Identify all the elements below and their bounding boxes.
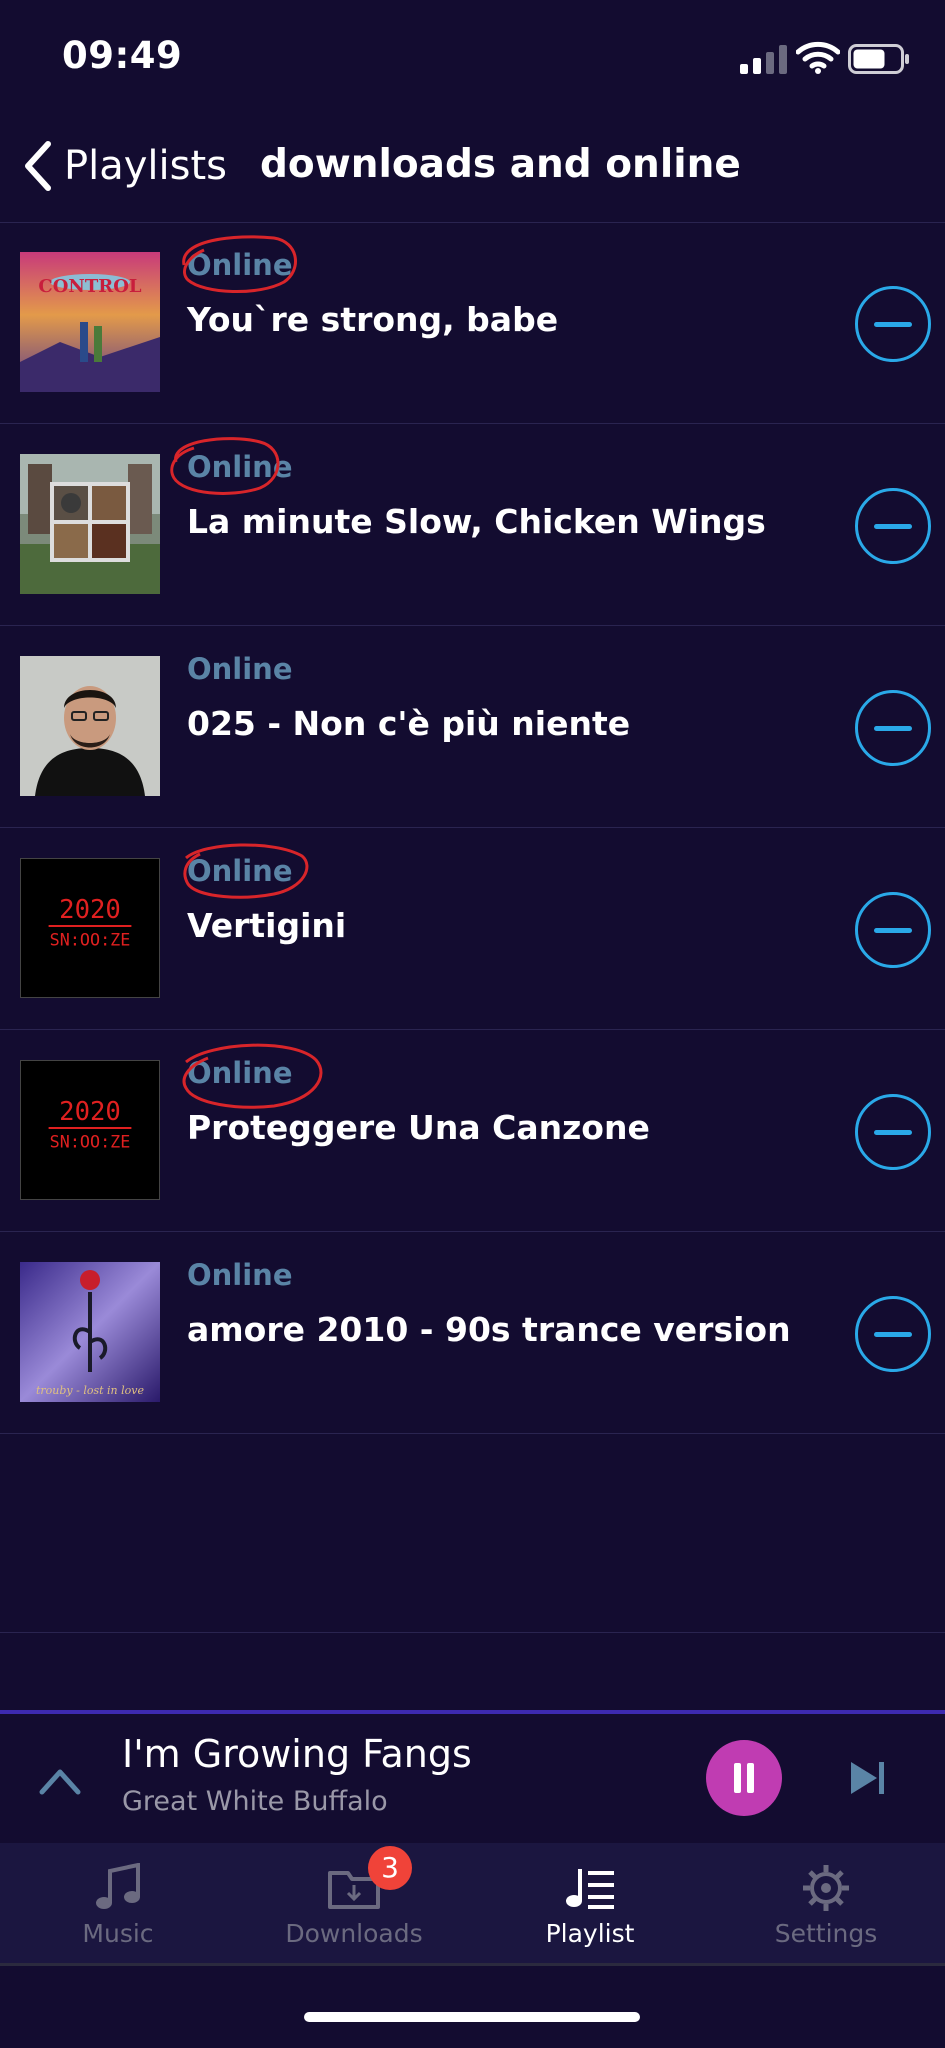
downloads-badge: 3 [368, 1846, 412, 1890]
album-art-text: 2020 [59, 895, 121, 925]
chevron-left-icon [25, 141, 51, 191]
chevron-up-icon[interactable] [38, 1762, 82, 1798]
tab-label: Downloads [285, 1919, 423, 1948]
track-row[interactable]: Online 025 - Non c'è più niente [0, 626, 945, 828]
track-row[interactable]: trouby - lost in love Online amore 2010 … [0, 1232, 945, 1434]
playlist-icon [566, 1869, 614, 1909]
back-label: Playlists [64, 143, 228, 189]
track-title: amore 2010 - 90s trance version [187, 1310, 791, 1349]
tab-label: Music [82, 1919, 154, 1948]
back-button[interactable]: Playlists [20, 136, 227, 196]
track-status: Online [187, 450, 293, 484]
album-art-text: CONTROL [38, 276, 141, 297]
track-status: Online [187, 1056, 293, 1090]
tab-label: Playlist [545, 1919, 635, 1948]
track-status: Online [187, 1258, 293, 1292]
tab-playlist[interactable]: Playlist [472, 1843, 708, 1963]
status-bar: 09:49 [0, 0, 945, 120]
tab-label: Settings [774, 1919, 878, 1948]
music-note-icon [96, 1863, 140, 1909]
track-status: Online [187, 854, 293, 888]
remove-button[interactable] [855, 690, 931, 766]
album-art-text: 2020 [59, 1097, 121, 1127]
album-art [20, 656, 160, 796]
track-title: Vertigini [187, 906, 347, 945]
skip-next-icon[interactable] [848, 1758, 888, 1798]
track-title: 025 - Non c'è più niente [187, 704, 631, 743]
album-art: CONTROL [20, 252, 160, 392]
track-title: Proteggere Una Canzone [187, 1108, 650, 1147]
track-row[interactable]: 2020 SN:OO:ZE Online Vertigini [0, 828, 945, 1030]
remove-button[interactable] [855, 892, 931, 968]
album-art: trouby - lost in love [20, 1262, 160, 1402]
album-art: 2020 SN:OO:ZE [20, 858, 160, 998]
nav-header: Playlists downloads and online [0, 126, 945, 223]
album-art: 2020 SN:OO:ZE [20, 1060, 160, 1200]
list-spacer [0, 1431, 945, 1633]
album-art-text: SN:OO:ZE [50, 930, 131, 950]
tab-settings[interactable]: Settings [708, 1843, 944, 1963]
remove-button[interactable] [855, 1094, 931, 1170]
gear-icon [803, 1865, 849, 1911]
now-playing-artist: Great White Buffalo [122, 1786, 388, 1817]
pause-button[interactable] [706, 1740, 782, 1816]
tab-bar: Music Downloads Playlist Settings [0, 1843, 945, 1966]
tab-music[interactable]: Music [0, 1843, 236, 1963]
mini-player[interactable]: I'm Growing Fangs Great White Buffalo [0, 1710, 945, 1847]
album-art [20, 454, 160, 594]
tab-downloads[interactable]: Downloads [236, 1843, 472, 1963]
album-art-text: SN:OO:ZE [50, 1132, 131, 1152]
track-title: La minute Slow, Chicken Wings [187, 502, 766, 541]
track-status: Online [187, 652, 293, 686]
status-time: 09:49 [62, 34, 183, 77]
page-title: downloads and online [260, 142, 741, 187]
cellular-signal-icon [740, 45, 787, 74]
track-title: You`re strong, babe [187, 300, 559, 339]
track-row[interactable]: CONTROL Online You`re strong, babe [0, 222, 945, 424]
home-indicator[interactable] [304, 2012, 640, 2022]
remove-button[interactable] [855, 1296, 931, 1372]
now-playing-title: I'm Growing Fangs [122, 1732, 472, 1776]
album-art-text: trouby - lost in love [36, 1384, 145, 1397]
battery-icon [848, 44, 909, 74]
track-status: Online [187, 248, 293, 282]
track-list: CONTROL Online You`re strong, babe Onlin… [0, 222, 945, 1434]
track-row[interactable]: 2020 SN:OO:ZE Online Proteggere Una Canz… [0, 1030, 945, 1232]
remove-button[interactable] [855, 488, 931, 564]
wifi-icon [796, 41, 840, 74]
track-row[interactable]: Online La minute Slow, Chicken Wings [0, 424, 945, 626]
remove-button[interactable] [855, 286, 931, 362]
